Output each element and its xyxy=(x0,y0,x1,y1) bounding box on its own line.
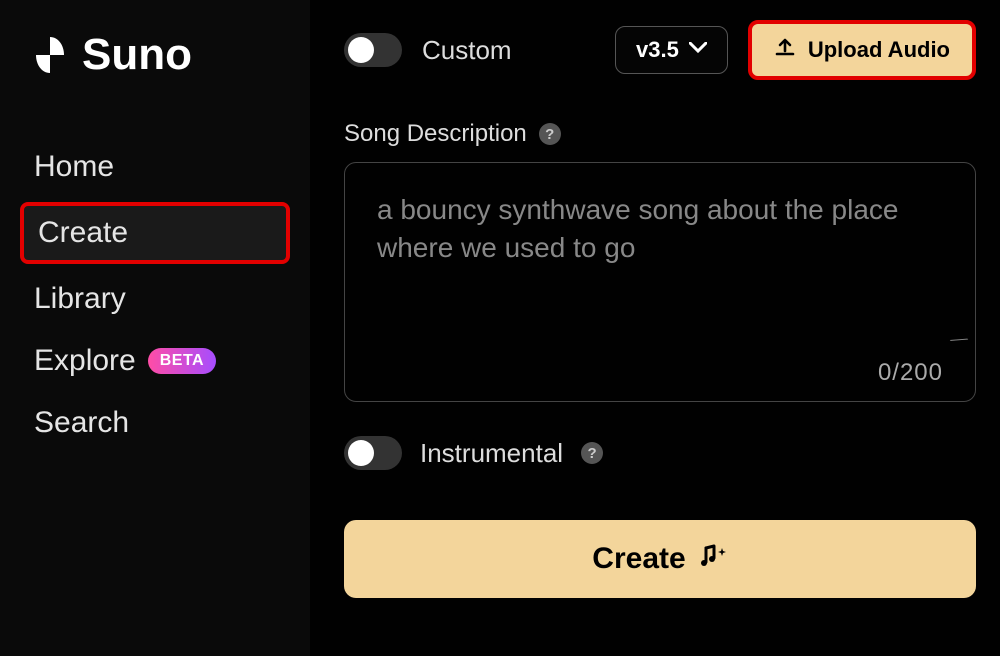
song-description-box: ⟋ 0/200 xyxy=(344,162,976,402)
sidebar: Suno Home Create Library Explore BETA Se… xyxy=(0,0,310,656)
toggle-knob xyxy=(348,440,374,466)
help-icon[interactable]: ? xyxy=(581,442,603,464)
song-description-label-row: Song Description ? xyxy=(344,120,976,148)
create-button[interactable]: Create xyxy=(344,520,976,598)
music-sparkle-icon xyxy=(700,544,728,575)
suno-logo-icon xyxy=(30,35,70,75)
instrumental-toggle[interactable] xyxy=(344,436,402,470)
char-counter: 0/200 xyxy=(878,359,943,387)
sidebar-item-explore[interactable]: Explore BETA xyxy=(20,334,290,388)
help-icon[interactable]: ? xyxy=(539,123,561,145)
sidebar-item-label: Library xyxy=(34,282,126,316)
sidebar-item-label: Home xyxy=(34,150,114,184)
brand-logo[interactable]: Suno xyxy=(20,30,290,80)
toggle-knob xyxy=(348,37,374,63)
beta-badge: BETA xyxy=(148,348,216,374)
sidebar-item-create[interactable]: Create xyxy=(20,202,290,264)
resize-handle-icon[interactable]: ⟋ xyxy=(947,329,971,353)
sidebar-item-label: Search xyxy=(34,406,129,440)
upload-icon xyxy=(774,36,796,64)
top-row: Custom v3.5 Upload Audio xyxy=(344,20,976,80)
custom-toggle-label: Custom xyxy=(422,35,512,66)
version-select[interactable]: v3.5 xyxy=(615,26,728,74)
song-description-label: Song Description xyxy=(344,120,527,148)
sidebar-nav: Home Create Library Explore BETA Search xyxy=(20,140,290,450)
custom-toggle[interactable] xyxy=(344,33,402,67)
main-panel: Custom v3.5 Upload Audio Song Descriptio… xyxy=(310,0,1000,656)
instrumental-label: Instrumental xyxy=(420,438,563,469)
create-label: Create xyxy=(592,542,685,576)
song-description-input[interactable] xyxy=(377,191,943,359)
sidebar-item-label: Create xyxy=(38,216,128,250)
version-label: v3.5 xyxy=(636,37,679,63)
sidebar-item-label: Explore xyxy=(34,344,136,378)
sidebar-item-home[interactable]: Home xyxy=(20,140,290,194)
sidebar-item-library[interactable]: Library xyxy=(20,272,290,326)
upload-label: Upload Audio xyxy=(808,37,950,63)
sidebar-item-search[interactable]: Search xyxy=(20,396,290,450)
chevron-down-icon xyxy=(689,41,707,59)
instrumental-row: Instrumental ? xyxy=(344,436,976,470)
brand-name: Suno xyxy=(82,30,192,80)
upload-audio-button[interactable]: Upload Audio xyxy=(748,20,976,80)
